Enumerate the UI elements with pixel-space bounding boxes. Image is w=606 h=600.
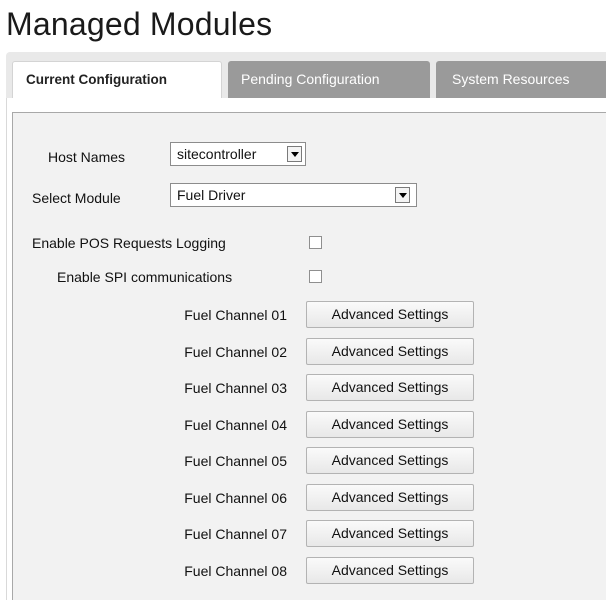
channel-label: Fuel Channel 04: [184, 417, 287, 433]
spi-communications-label: Enable SPI communications: [57, 269, 233, 285]
spi-communications-checkbox[interactable]: [309, 270, 322, 283]
advanced-settings-button[interactable]: Advanced Settings: [306, 447, 474, 474]
advanced-settings-button[interactable]: Advanced Settings: [306, 484, 474, 511]
channel-label: Fuel Channel 02: [184, 344, 287, 360]
pos-logging-checkbox[interactable]: [309, 236, 322, 249]
channel-label: Fuel Channel 07: [184, 526, 287, 542]
channel-label: Fuel Channel 03: [184, 380, 287, 396]
configuration-panel: Host Names sitecontroller Select Module …: [12, 112, 606, 600]
chevron-down-icon: [395, 187, 410, 203]
advanced-settings-button[interactable]: Advanced Settings: [306, 301, 474, 328]
host-names-value: sitecontroller: [177, 146, 257, 162]
channel-label: Fuel Channel 08: [184, 563, 287, 579]
tab-system-resources[interactable]: System Resources: [436, 61, 606, 98]
chevron-down-icon: [287, 146, 302, 162]
advanced-settings-button[interactable]: Advanced Settings: [306, 338, 474, 365]
advanced-settings-button[interactable]: Advanced Settings: [306, 374, 474, 401]
tab-strip: Current Configuration Pending Configurat…: [6, 52, 606, 98]
page-title: Managed Modules: [6, 6, 273, 42]
host-names-label: Host Names: [48, 149, 126, 165]
select-module-value: Fuel Driver: [177, 187, 246, 203]
host-names-select[interactable]: sitecontroller: [170, 142, 306, 166]
tab-pending-configuration[interactable]: Pending Configuration: [228, 61, 430, 98]
channel-label: Fuel Channel 06: [184, 490, 287, 506]
select-module-select[interactable]: Fuel Driver: [170, 183, 417, 207]
advanced-settings-button[interactable]: Advanced Settings: [306, 411, 474, 438]
tab-current-configuration[interactable]: Current Configuration: [12, 61, 222, 98]
advanced-settings-button[interactable]: Advanced Settings: [306, 520, 474, 547]
channel-label: Fuel Channel 05: [184, 453, 287, 469]
channel-label: Fuel Channel 01: [184, 307, 287, 323]
pos-logging-label: Enable POS Requests Logging: [32, 235, 226, 251]
advanced-settings-button[interactable]: Advanced Settings: [306, 557, 474, 584]
select-module-label: Select Module: [32, 190, 121, 206]
